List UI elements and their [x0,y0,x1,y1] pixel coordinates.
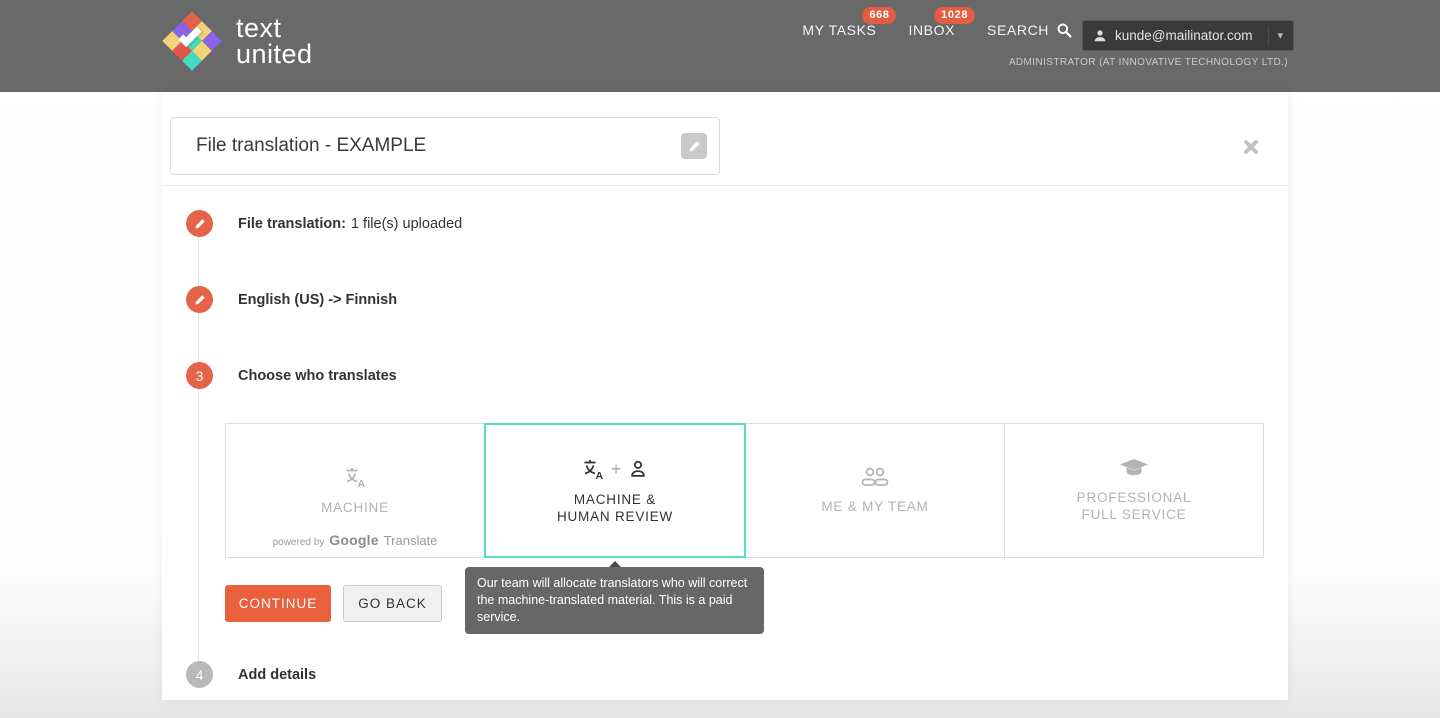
step-2-label: English (US) -> Finnish [238,291,398,308]
logo-wordmark: text united [236,13,313,69]
option-professional-label: PROFESSIONAL FULL SERVICE [1076,489,1192,522]
continue-button[interactable]: CONTINUE [225,585,331,622]
wizard-panel: File translation - EXAMPLE File translat… [162,92,1288,700]
svg-text:A: A [595,470,603,481]
step-4-add-details: 4 Add details [186,661,316,688]
option-machine-label: MACHINE [321,500,389,515]
graduation-cap-icon [1120,458,1148,479]
tooltip-arrow [609,561,621,567]
user-email: kunde@mailinator.com [1115,28,1253,43]
nav-my-tasks[interactable]: MY TASKS 668 [802,7,897,38]
person-icon [631,460,646,477]
option-me-my-team-label: ME & MY TEAM [821,499,929,514]
option-professional-full-service[interactable]: PROFESSIONAL FULL SERVICE [1004,423,1264,558]
inbox-count-badge: 1028 [934,7,976,24]
user-account-dropdown[interactable]: kunde@mailinator.com ▾ [1082,20,1294,51]
nav-inbox[interactable]: INBOX 1028 [908,7,976,38]
wizard-actions: CONTINUE GO BACK [225,585,442,622]
option-tooltip: Our team will allocate translators who w… [465,561,764,634]
search-icon [1056,22,1072,38]
chevron-down-icon: ▾ [1268,26,1283,45]
nav-search-label: SEARCH [987,22,1049,38]
step-1-label: File translation: 1 file(s) uploaded [238,215,463,232]
nav-inbox-label: INBOX [908,22,956,38]
close-icon[interactable] [1242,138,1260,156]
pencil-icon [195,294,205,304]
option-machine[interactable]: A MACHINE powered by Google Translate [225,423,485,558]
step-2-edit-circle[interactable] [186,286,213,313]
step-4-number-circle: 4 [186,661,213,688]
option-machine-human-label: MACHINE & HUMAN REVIEW [556,491,674,524]
svg-text:A: A [358,478,366,489]
option-machine-human-review[interactable]: A + MACHINE & HUMAN REVIEW [484,423,746,558]
step-3-number-circle: 3 [186,362,213,389]
edit-title-button[interactable] [681,133,707,159]
divider [162,185,1288,186]
step-1-edit-circle[interactable] [186,210,213,237]
step-2-language-pair: English (US) -> Finnish [186,286,397,313]
project-title-box[interactable]: File translation - EXAMPLE [170,117,720,175]
step-3-choose-translator: 3 Choose who translates [186,362,397,389]
nav-my-tasks-label: MY TASKS [802,22,877,38]
machine-plus-human-icons: A + [581,457,650,481]
page: text united MY TASKS 668 INBOX 1028 SEAR… [0,0,1440,718]
step-4-label: Add details [238,666,317,683]
pencil-icon [195,218,205,228]
textunited-logo[interactable]: text united [160,9,313,73]
nav-search[interactable]: SEARCH [987,22,1072,38]
tooltip-text: Our team will allocate translators who w… [477,576,748,624]
user-role-label: ADMINISTRATOR (AT INNOVATIVE TECHNOLOGY … [1008,57,1288,68]
top-header: text united MY TASKS 668 INBOX 1028 SEAR… [0,0,1440,92]
header-nav: MY TASKS 668 INBOX 1028 SEARCH [802,7,1072,38]
user-icon [1093,29,1107,43]
translate-icon: A [584,459,603,481]
go-back-button[interactable]: GO BACK [343,585,442,622]
google-translate-attribution: powered by Google Translate [272,532,438,548]
logo-diamond-icon [160,9,224,73]
step-3-label: Choose who translates [238,367,397,384]
translation-options: A MACHINE powered by Google Translate A … [225,423,1264,558]
step-1-file-translation: File translation: 1 file(s) uploaded [186,210,462,237]
plus-icon: + [610,458,622,479]
project-title: File translation - EXAMPLE [196,135,427,156]
people-icon [858,466,892,488]
option-me-my-team[interactable]: ME & MY TEAM [745,423,1005,558]
my-tasks-count-badge: 668 [862,7,897,24]
translate-icon: A [343,465,367,489]
